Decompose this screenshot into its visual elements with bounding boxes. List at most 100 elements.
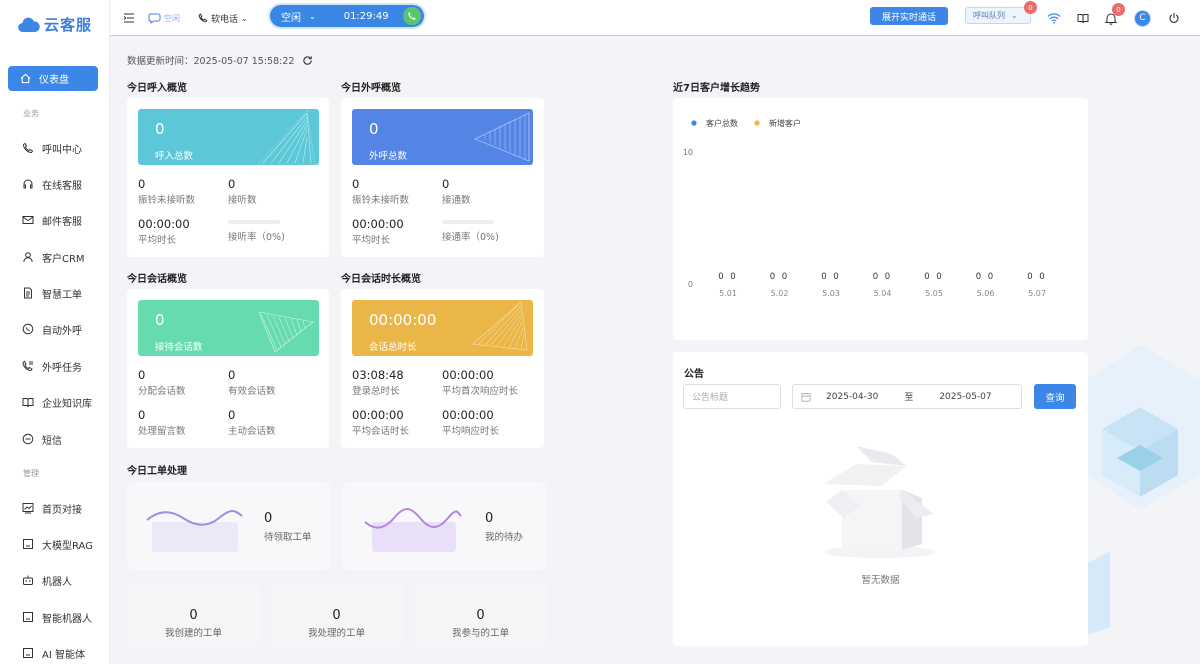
- sidebar-item-knowledge-base[interactable]: 企业知识库: [22, 394, 92, 410]
- session-stat-valid: 0 有效会话数: [228, 368, 276, 397]
- phone-icon: [22, 142, 34, 154]
- legend-label: 客户总数: [706, 118, 738, 128]
- my-handled-card[interactable]: 0 我处理的工单: [270, 582, 403, 646]
- avatar[interactable]: C: [1134, 0, 1151, 36]
- inbound-stat-missed: 0 振铃未接听数: [138, 177, 195, 206]
- update-time-label: 数据更新时间：: [127, 56, 194, 67]
- document-icon: [24, 287, 32, 299]
- duration-stat-avg-session: 00:00:00 平均会话时长: [352, 408, 409, 437]
- outbound-stat-connected: 0 接通数: [442, 177, 471, 206]
- notice-title-placeholder: 公告标题: [692, 393, 729, 403]
- sidebar-item-label: 自动外呼: [42, 325, 82, 337]
- sidebar-section-manage: 管理: [23, 469, 39, 478]
- legend-marker: [754, 120, 760, 126]
- softphone-dropdown[interactable]: 软电话 ⌄: [198, 0, 248, 36]
- sidebar-item-dashboard[interactable]: 仪表盘: [8, 66, 98, 91]
- robot-icon: [23, 575, 33, 585]
- data-label: 0: [1027, 272, 1032, 282]
- session-banner[interactable]: 0 接待会话数: [138, 300, 319, 356]
- my-todo-card[interactable]: 0 我的待办: [342, 482, 547, 570]
- logout-button[interactable]: [1168, 0, 1180, 36]
- my-involved-card[interactable]: 0 我参与的工单: [414, 582, 547, 646]
- sidebar: 云客服 仪表盘 业务 管理 呼叫中心 在线客服 邮件客服 客户CRM 智慧工单 …: [0, 0, 110, 664]
- sidebar-item-robot[interactable]: 机器人: [22, 572, 72, 588]
- expand-live-call-button[interactable]: 展开实时通话: [870, 7, 948, 25]
- x-tick-label: 5.07: [1028, 289, 1046, 298]
- inbound-total-label: 呼入总数: [155, 151, 194, 162]
- session-card: 0 接待会话数 0 分配会话数 0 有效会话数 0 处理留言数 0 主动会话数: [127, 289, 329, 448]
- inbound-banner[interactable]: 0 呼入总数: [138, 109, 319, 165]
- logo[interactable]: 云客服: [18, 14, 92, 35]
- wifi-button[interactable]: [1047, 0, 1061, 36]
- session-total: 0: [155, 311, 165, 329]
- user-icon: [23, 252, 33, 263]
- stat-label: 振铃未接听数: [352, 195, 410, 206]
- connect-rate-progress: [442, 220, 494, 224]
- sidebar-item-mail-service[interactable]: 邮件客服: [22, 212, 82, 228]
- duration-stat-avg-response: 00:00:00 平均响应时长: [442, 408, 499, 437]
- y-tick-label: 10: [683, 148, 693, 157]
- sidebar-item-call-center[interactable]: 呼叫中心: [22, 140, 82, 156]
- duration-total-label: 会话总时长: [369, 342, 417, 353]
- date-from: 2025-04-30: [826, 391, 879, 402]
- my-created-value: 0: [189, 608, 198, 623]
- sidebar-item-homepage-integration[interactable]: 首页对接: [22, 500, 82, 516]
- stat-label: 平均时长: [138, 235, 177, 246]
- stat-value: 0: [138, 408, 146, 422]
- chevron-down-icon[interactable]: ⌄: [309, 12, 316, 21]
- x-tick-label: 5.01: [719, 289, 737, 298]
- duration-title: 今日会话时长概览: [341, 274, 421, 285]
- stat-value: 0: [228, 368, 236, 382]
- power-icon: [1169, 13, 1179, 23]
- notice-title-input[interactable]: 公告标题: [683, 384, 781, 409]
- stat-label: 振铃未接听数: [138, 195, 196, 206]
- refresh-icon[interactable]: [302, 55, 313, 66]
- sidebar-item-llm-rag[interactable]: 大模型RAG: [22, 536, 93, 552]
- sidebar-item-smart-robot[interactable]: 智能机器人: [22, 609, 92, 625]
- topbar: 空闲 软电话 ⌄ 空闲 ⌄ 01:29:49 展开实时通话 呼叫队列 ⌄ 0 0…: [110, 0, 1200, 36]
- data-label: 0: [988, 272, 993, 282]
- sidebar-item-sms[interactable]: 短信: [22, 431, 62, 447]
- phone-icon: [198, 13, 208, 23]
- chat-status-label: 空闲: [164, 13, 180, 23]
- sidebar-item-online-service[interactable]: 在线客服: [22, 176, 82, 192]
- date-range-picker[interactable]: 2025-04-30 至 2025-05-07: [792, 384, 1022, 409]
- stat-label: 接听数: [228, 195, 257, 206]
- duration-total: 00:00:00: [369, 311, 437, 329]
- knowledge-button[interactable]: [1077, 0, 1089, 36]
- queue-badge: 0: [1024, 1, 1037, 14]
- call-queue-dropdown[interactable]: 呼叫队列 ⌄: [965, 7, 1031, 24]
- home-icon: [20, 73, 31, 84]
- sidebar-item-auto-outbound[interactable]: 自动外呼: [22, 321, 82, 337]
- box-icon: [23, 539, 33, 549]
- sidebar-item-workorder[interactable]: 智慧工单: [22, 285, 82, 301]
- x-tick-label: 5.03: [822, 289, 840, 298]
- stat-label: 平均时长: [352, 235, 391, 246]
- query-button[interactable]: 查询: [1034, 384, 1076, 409]
- chat-status[interactable]: 空闲: [148, 0, 180, 36]
- agent-status-select[interactable]: 空闲: [281, 9, 301, 24]
- pending-workorder-card[interactable]: 0 待领取工单: [127, 482, 331, 570]
- triangle-pattern-icon: [474, 112, 530, 162]
- stat-value: 0: [138, 177, 146, 191]
- x-tick-label: 5.04: [874, 289, 892, 298]
- wave-chart-icon: [364, 508, 462, 552]
- data-label: 0: [770, 272, 775, 282]
- inbound-stat-rate: 接听率（0%): [228, 220, 285, 243]
- outbound-banner[interactable]: 0 外呼总数: [352, 109, 533, 165]
- mail-icon: [22, 216, 34, 224]
- sidebar-item-ai-agent[interactable]: AI 智能体: [22, 645, 85, 661]
- data-label: 0: [873, 272, 878, 282]
- date-to: 2025-05-07: [939, 391, 992, 402]
- sidebar-item-crm[interactable]: 客户CRM: [22, 249, 85, 265]
- my-todo-label: 我的待办: [485, 532, 524, 543]
- duration-banner[interactable]: 00:00:00 会话总时长: [352, 300, 533, 356]
- my-created-card[interactable]: 0 我创建的工单: [127, 582, 260, 646]
- my-involved-label: 我参与的工单: [451, 628, 509, 639]
- empty-text: 暂无数据: [861, 575, 900, 586]
- sidebar-item-outbound-task[interactable]: 外呼任务: [22, 358, 82, 374]
- stat-label: 平均首次响应时长: [442, 386, 519, 397]
- answer-call-button[interactable]: [403, 7, 421, 25]
- menu-toggle-button[interactable]: [123, 0, 135, 36]
- sidebar-item-label: 外呼任务: [42, 362, 82, 374]
